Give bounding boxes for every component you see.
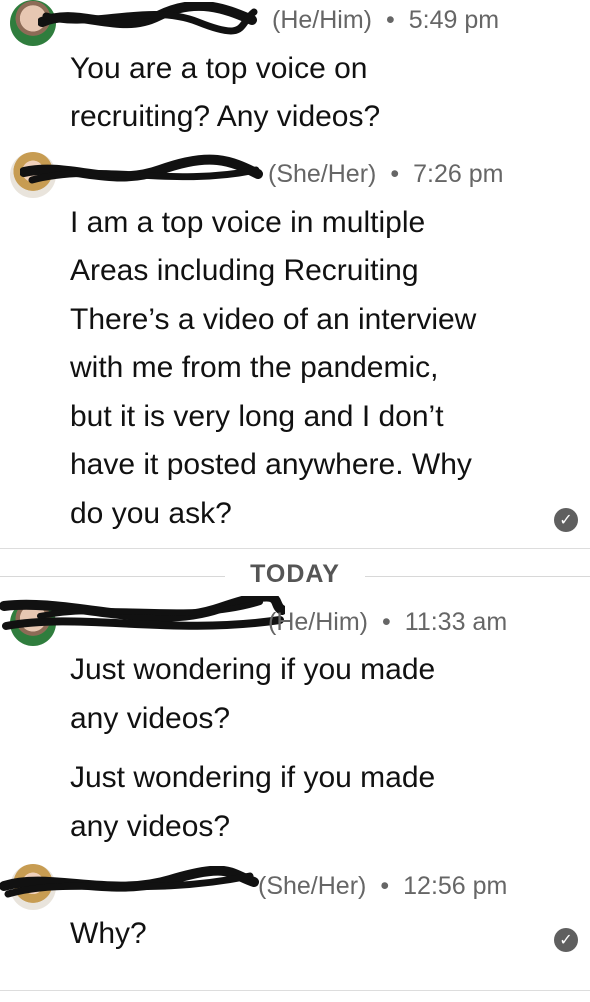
message-text: There’s a video of an interview (70, 303, 477, 336)
message-text: Just wondering if you made (70, 761, 436, 794)
pronouns-time: (He/Him) • 5:49 pm (272, 6, 499, 35)
pronouns-time: (She/Her) • 12:56 pm (258, 872, 507, 901)
check-icon: ✓ (554, 508, 578, 532)
avatar[interactable] (10, 864, 56, 910)
timestamp: 11:33 am (404, 608, 508, 636)
pronouns-time: (She/Her) • 7:26 pm (268, 160, 503, 189)
avatar[interactable] (10, 152, 56, 198)
message-text: but it is very long and I don’t (70, 400, 444, 433)
message-text: Why? (70, 917, 147, 950)
dot-separator: • (382, 608, 391, 636)
pronouns: (He/Him) (268, 608, 368, 636)
redaction-scribble (20, 154, 263, 184)
separator-line (365, 576, 590, 577)
message-divider (0, 548, 590, 549)
message-text: any videos? (70, 810, 231, 843)
message-text: You are a top voice on (70, 52, 368, 85)
dot-separator: • (390, 160, 400, 188)
timestamp: 7:26 pm (413, 160, 504, 188)
message-text: Areas including Recruiting (70, 254, 419, 287)
dot-separator: • (380, 872, 390, 900)
message-text: do you ask? (70, 497, 232, 530)
check-icon: ✓ (554, 928, 578, 952)
message-text: I am a top voice in multiple (70, 206, 426, 239)
pronouns: (She/Her) (258, 872, 367, 900)
redaction-scribble (38, 2, 258, 35)
avatar[interactable] (10, 0, 56, 46)
message-text: recruiting? Any videos? (70, 100, 381, 133)
message-text: with me from the pandemic, (70, 351, 439, 384)
message-divider (0, 990, 590, 991)
timestamp: 12:56 pm (403, 872, 508, 900)
pronouns-time: (He/Him) • 11:33 am (268, 608, 507, 637)
message-text: have it posted anywhere. Why (70, 448, 472, 481)
pronouns: (She/Her) (268, 160, 377, 188)
message-text: any videos? (70, 702, 231, 735)
dot-separator: • (386, 6, 395, 34)
today-label: TODAY (250, 560, 340, 588)
message-text: Just wondering if you made (70, 653, 436, 686)
date-separator: TODAY (0, 560, 590, 592)
avatar[interactable] (10, 600, 56, 646)
timestamp: 5:49 pm (408, 6, 500, 34)
separator-line (0, 576, 225, 577)
pronouns: (He/Him) (272, 6, 372, 34)
